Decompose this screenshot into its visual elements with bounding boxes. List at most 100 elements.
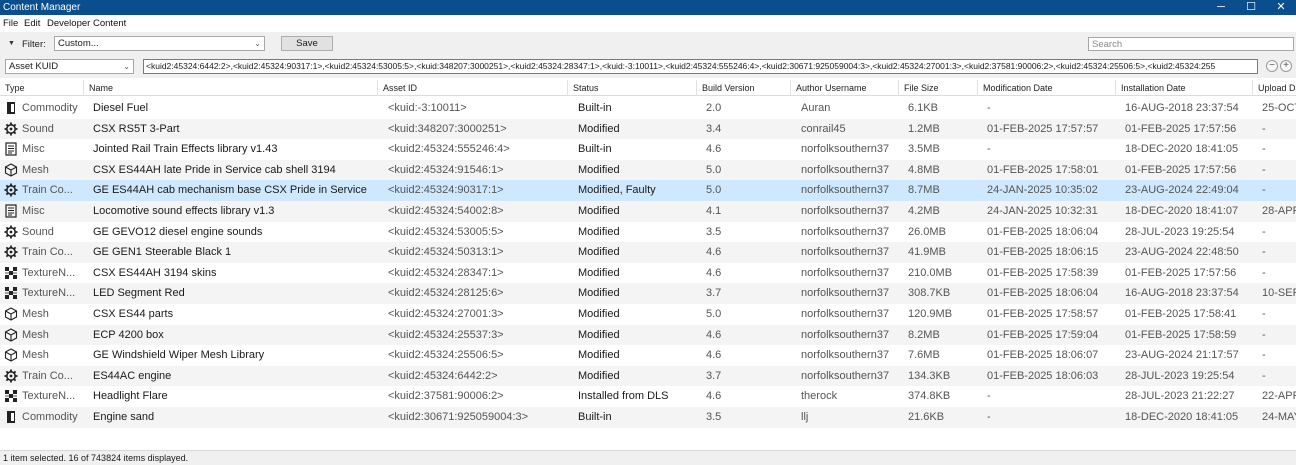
cube-icon [4,348,18,362]
cell-installation-date: 01-FEB-2025 17:58:41 [1125,308,1237,320]
table-row[interactable]: Train Co... ES44AC engine <kuid2:45324:644… [0,365,1296,387]
gear-icon [4,122,18,136]
cell-modification-date: 01-FEB-2025 18:06:03 [987,369,1099,382]
column-header-build-version[interactable]: Build Version [697,80,791,96]
chevron-down-icon: ⌄ [123,62,130,71]
cell-status: Modified [578,246,620,259]
table-row[interactable]: Mesh CSX ES44 parts <kuid2:45324:27001:3> M… [0,304,1296,325]
table-row[interactable]: Misc Locomotive sound effects library v1.… [0,201,1296,222]
column-header-upload-date[interactable]: Upload Da [1253,80,1296,96]
cell-upload-date: - [1262,163,1266,176]
texture-icon [4,286,18,300]
column-header-asset-id[interactable]: Asset ID [378,80,568,96]
add-condition-button[interactable]: + [1280,60,1292,72]
cell-status: Modified [578,205,620,217]
cell-type: Sound [22,225,54,238]
remove-condition-button[interactable]: − [1266,60,1278,72]
filter-collapse-icon[interactable]: ▼ [8,40,15,47]
cell-name: Engine sand [93,411,155,423]
cell-build-version: 2.0 [706,102,722,114]
table-row[interactable]: Mesh CSX ES44AH late Pride in Service cab… [0,159,1296,181]
cell-modification-date: - [987,411,991,423]
cell-type: TextureN... [22,266,76,279]
table-row[interactable]: Mesh ECP 4200 box <kuid2:45324:25537:3> Mod… [0,324,1296,346]
cell-installation-date: 18-DEC-2020 18:41:05 [1125,411,1239,423]
cell-build-version: 5.0 [706,163,722,176]
cell-asset-id: <kuid2:45324:91546:1> [388,163,504,176]
save-button[interactable]: Save [281,36,333,51]
table-row[interactable]: Commodity Engine sand <kuid2:30671:9250590… [0,407,1296,428]
minimize-button[interactable]: ─ [1206,0,1236,15]
table-row[interactable]: Mesh GE Windshield Wiper Mesh Library <kui… [0,345,1296,366]
cell-file-size: 8.7MB [908,184,940,197]
cell-modification-date: 01-FEB-2025 18:06:04 [987,287,1099,300]
cell-asset-id: <kuid2:45324:27001:3> [388,308,504,320]
table-row[interactable]: Sound CSX RS5T 3-Part <kuid:348207:3000251… [0,118,1296,140]
cell-upload-date: 22-APR [1262,390,1296,403]
column-header-installation-date[interactable]: Installation Date [1116,80,1253,96]
menu-content[interactable]: Content [93,18,126,29]
filter-bar: ▼ Filter: Custom... ⌄ Save Search [0,32,1296,56]
table-row[interactable]: Misc Jointed Rail Train Effects library v… [0,139,1296,160]
filter-label: Filter: [22,39,46,50]
column-header-name[interactable]: Name [84,80,378,96]
column-header-modification-date[interactable]: Modification Date [978,80,1116,96]
filter-select[interactable]: Custom... ⌄ [54,36,265,51]
cell-asset-id: <kuid2:45324:28347:1> [388,266,504,279]
gear-icon [4,369,18,383]
cell-file-size: 3.5MB [908,143,940,156]
cell-type: Mesh [22,163,49,176]
column-header-file-size[interactable]: File Size [899,80,978,96]
search-input[interactable]: Search [1088,37,1294,51]
cell-status: Built-in [578,102,612,114]
cell-asset-id: <kuid2:30671:925059004:3> [388,411,529,423]
status-bar: 1 item selected. 16 of 743824 items disp… [0,450,1296,465]
cell-author: norfolksouthern37 [801,143,890,156]
cell-name: Diesel Fuel [93,102,149,114]
cell-type: TextureN... [22,390,76,403]
menu-developer[interactable]: Developer [47,18,90,29]
column-header-type[interactable]: Type [0,80,84,96]
menu-file[interactable]: File [3,18,18,29]
cell-asset-id: <kuid2:45324:25506:5> [388,349,504,362]
table-row[interactable]: Sound GE GEVO12 diesel engine sounds <kuid… [0,222,1296,243]
cell-upload-date: - [1262,184,1266,197]
cell-name: CSX ES44AH 3194 skins [93,266,217,279]
kuid-query-input[interactable]: <kuid2:45324:6442:2>,<kuid2:45324:90317:… [143,59,1258,74]
status-text: 1 item selected. 16 of 743824 items disp… [3,453,189,463]
cell-upload-date: - [1262,328,1266,341]
cell-type: Mesh [22,308,49,320]
cell-installation-date: 01-FEB-2025 17:57:56 [1125,122,1237,135]
cell-author: norfolksouthern37 [801,328,890,341]
cell-author: norfolksouthern37 [801,266,890,279]
table-row[interactable]: TextureN... Headlight Flare <kuid2:37581:9… [0,386,1296,407]
cell-status: Modified [578,369,620,382]
cell-upload-date: 25-OCT [1262,102,1296,114]
cell-file-size: 308.7KB [908,287,951,300]
cell-file-size: 374.8KB [908,390,951,403]
cell-modification-date: 01-FEB-2025 18:06:04 [987,225,1099,238]
cell-upload-date: 24-MAY [1262,411,1296,423]
maximize-button[interactable]: ☐ [1236,0,1266,15]
cell-upload-date: - [1262,246,1266,259]
column-header-author[interactable]: Author Username [791,80,899,96]
texture-icon [4,389,18,403]
table-row[interactable]: TextureN... CSX ES44AH 3194 skins <kuid2:4… [0,263,1296,284]
cell-installation-date: 28-JUL-2023 19:25:54 [1125,369,1235,382]
cell-installation-date: 01-FEB-2025 17:57:56 [1125,163,1237,176]
column-header-status[interactable]: Status [568,80,697,96]
table-row[interactable]: Commodity Diesel Fuel <kuid:-3:10011> Built… [0,98,1296,119]
field-select[interactable]: Asset KUID ⌄ [5,59,134,74]
menu-edit[interactable]: Edit [24,18,40,29]
cell-upload-date: 28-APR [1262,205,1296,217]
table-row[interactable]: Train Co... GE ES44AH cab mechanism base … [0,180,1296,201]
cell-status: Modified [578,225,620,238]
cell-type: Misc [22,205,45,217]
cell-type: Commodity [22,102,78,114]
cell-type: Misc [22,143,45,156]
cell-author: norfolksouthern37 [801,163,890,176]
table-row[interactable]: TextureN... LED Segment Red <kuid2:45324:2… [0,283,1296,304]
table-row[interactable]: Train Co... GE GEN1 Steerable Black 1 <kui… [0,242,1296,263]
cell-status: Built-in [578,411,612,423]
close-button[interactable]: ✕ [1266,0,1296,15]
